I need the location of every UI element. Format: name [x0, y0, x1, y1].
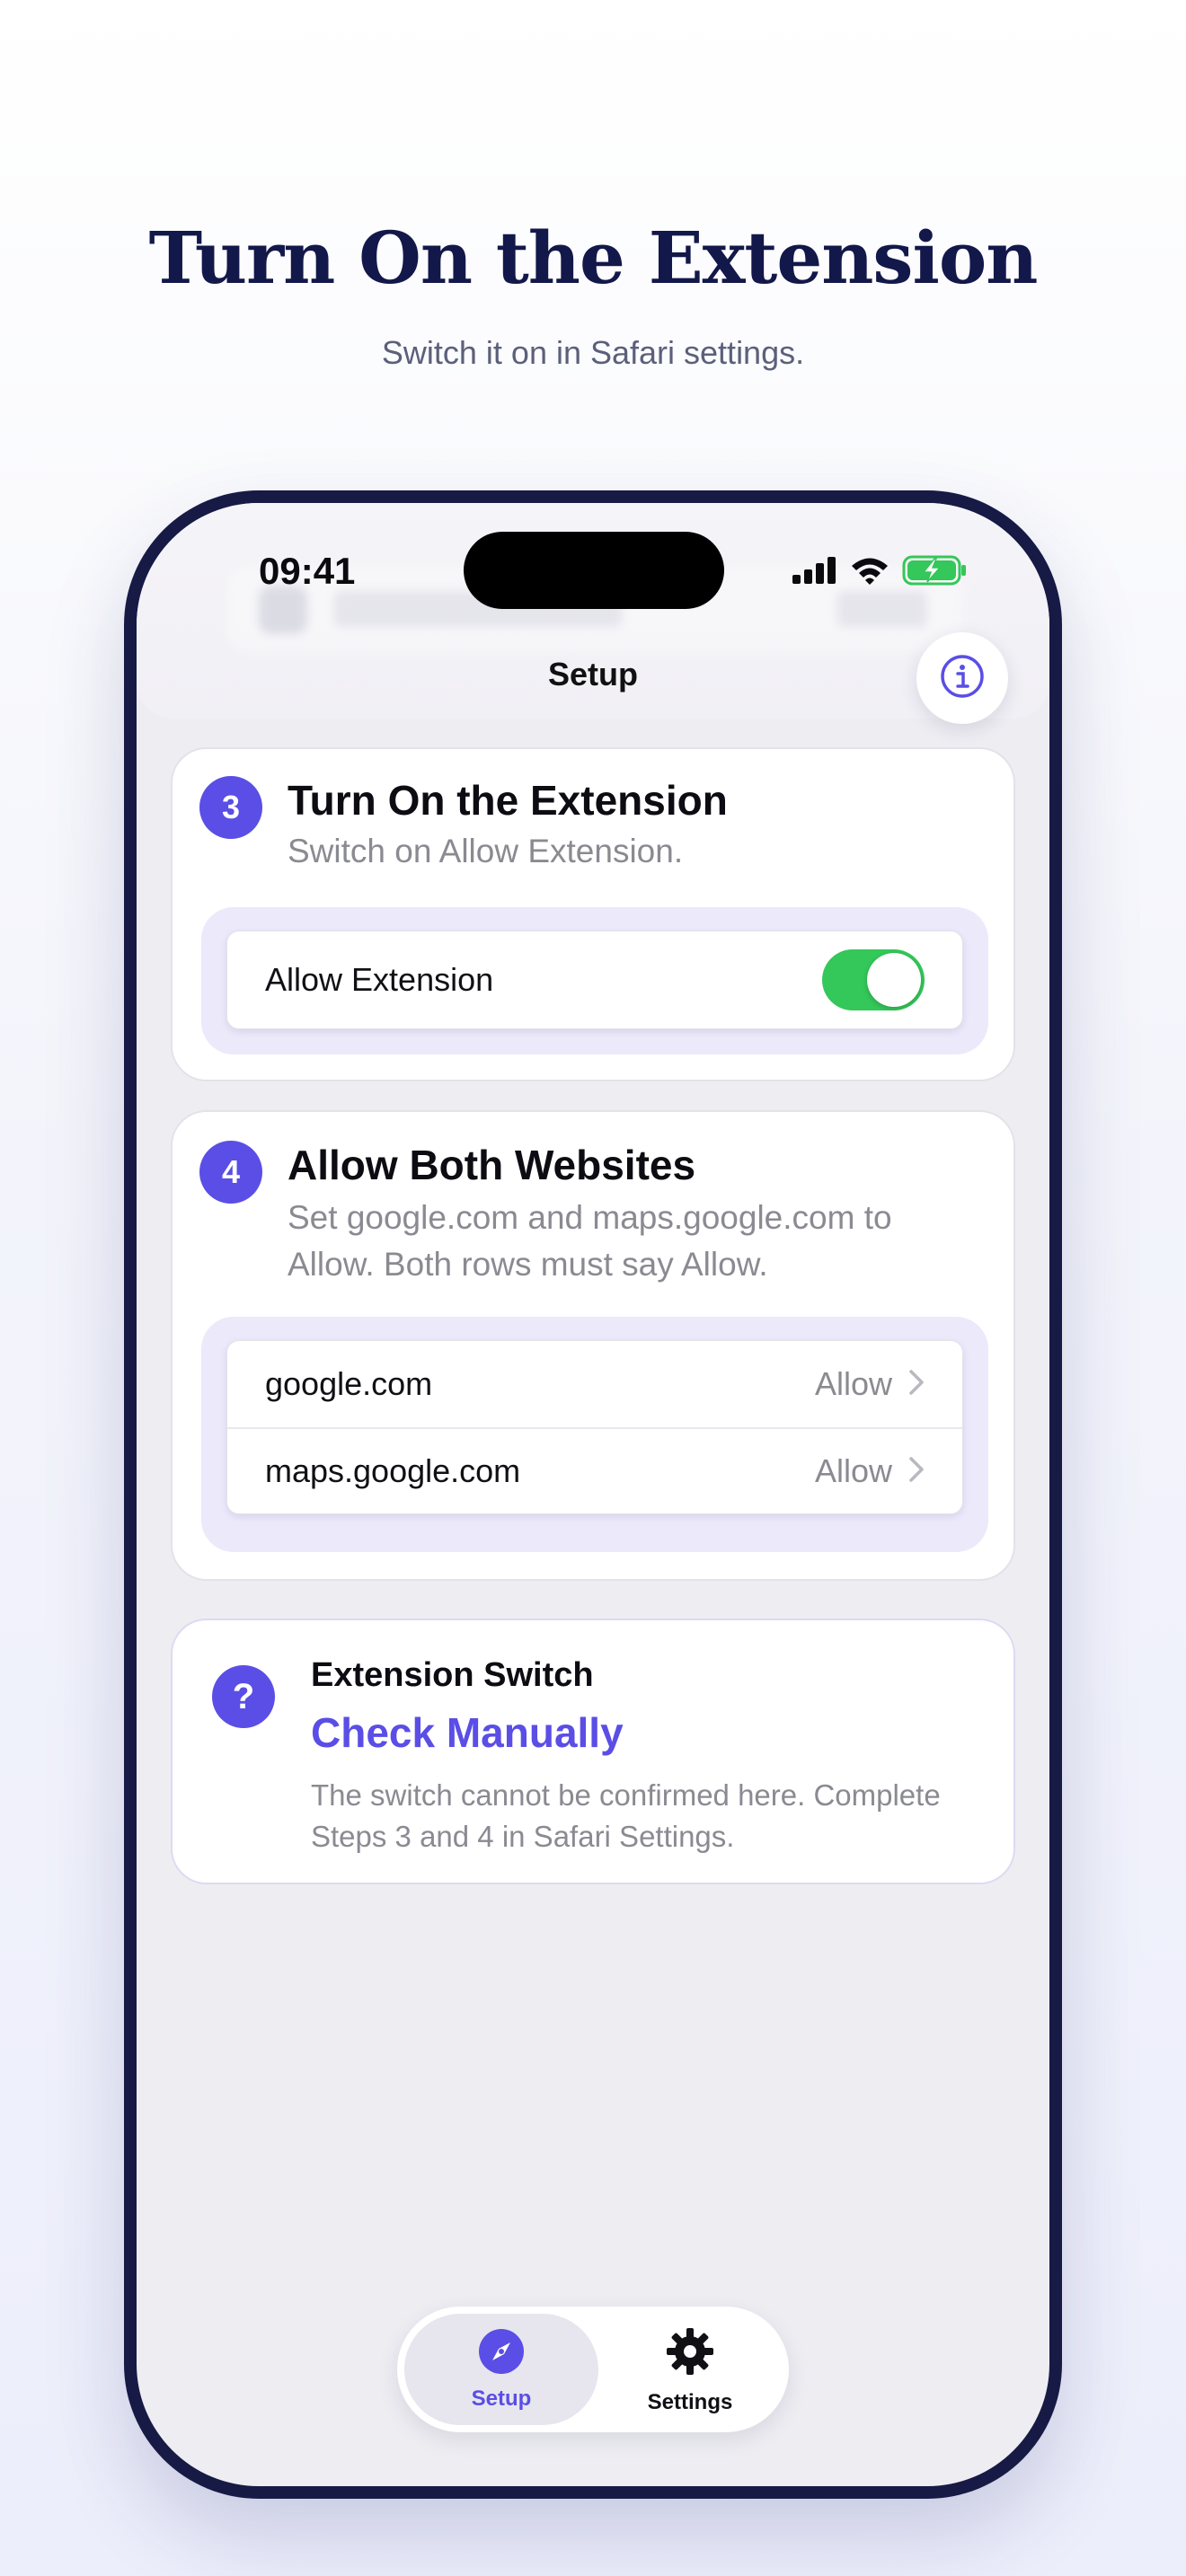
info-icon [939, 653, 986, 704]
website-row-maps-google[interactable]: maps.google.com Allow [227, 1427, 962, 1513]
settings-list: Allow Extension [226, 931, 963, 1029]
toggle-knob [867, 953, 921, 1007]
chevron-right-icon [908, 1369, 925, 1400]
website-row-google[interactable]: google.com Allow [227, 1341, 962, 1427]
dynamic-island [464, 532, 724, 609]
extension-switch-status: Check Manually [311, 1709, 624, 1756]
step-number-badge: 3 [199, 776, 262, 839]
step-3-card: 3 Turn On the Extension Switch on Allow … [171, 747, 1015, 1081]
allow-extension-toggle[interactable] [822, 949, 925, 1010]
extension-switch-card: ? Extension Switch Check Manually The sw… [171, 1619, 1015, 1884]
website-permission: Allow [814, 1365, 892, 1402]
website-label: google.com [265, 1365, 433, 1402]
safari-settings-preview: Allow Extension [201, 907, 988, 1054]
tab-label: Settings [647, 2389, 733, 2414]
wifi-icon [850, 556, 890, 589]
phone-frame: 09:41 Setup 3 Turn On the Extension Swit… [124, 490, 1062, 2499]
navigation-bar: 09:41 Setup [137, 503, 1049, 724]
compass-icon [478, 2328, 525, 2379]
battery-charging-icon [902, 555, 967, 590]
step-description: Switch on Allow Extension. [288, 833, 684, 869]
phone-screen: 09:41 Setup 3 Turn On the Extension Swit… [137, 503, 1049, 2486]
website-label: maps.google.com [265, 1452, 521, 1489]
tab-bar: Setup Settings [397, 2307, 789, 2432]
status-time: 09:41 [259, 550, 356, 592]
step-title: Turn On the Extension [288, 777, 728, 824]
row-label: Allow Extension [265, 961, 494, 998]
hero-subtitle: Switch it on in Safari settings. [381, 334, 805, 371]
step-description: Set google.com and maps.google.com to Al… [288, 1199, 892, 1283]
gear-icon [663, 2325, 717, 2383]
status-icons [792, 555, 967, 590]
chevron-right-icon [908, 1456, 925, 1487]
website-permission: Allow [814, 1452, 892, 1489]
tab-setup[interactable]: Setup [404, 2314, 598, 2425]
cellular-signal-icon [792, 557, 837, 588]
extension-switch-description: The switch cannot be confirmed here. Com… [311, 1778, 941, 1853]
hero-title: Turn On the Extension [148, 216, 1039, 300]
extension-switch-title: Extension Switch [311, 1656, 594, 1694]
step-4-card: 4 Allow Both Websites Set google.com and… [171, 1110, 1015, 1581]
allow-extension-row[interactable]: Allow Extension [227, 931, 962, 1028]
info-button[interactable] [916, 632, 1008, 724]
nav-title: Setup [547, 656, 638, 693]
step-title: Allow Both Websites [288, 1142, 696, 1188]
tab-label: Setup [471, 2386, 532, 2411]
tab-settings[interactable]: Settings [598, 2314, 782, 2425]
safari-settings-preview: google.com Allow maps.google.com Allow [201, 1317, 988, 1552]
question-icon: ? [212, 1665, 275, 1728]
step-number-badge: 4 [199, 1141, 262, 1204]
website-list: google.com Allow maps.google.com Allow [226, 1340, 963, 1514]
